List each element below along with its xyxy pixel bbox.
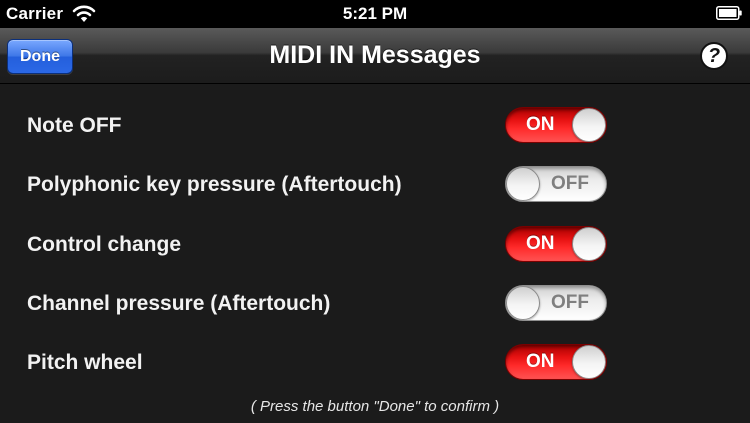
help-button[interactable]: ? <box>700 42 728 70</box>
question-mark-icon: ? <box>707 44 721 67</box>
toggle-state-text: OFF <box>551 173 589 195</box>
setting-row-polyphonic-key-pressure: Polyphonic key pressure (Aftertouch) OFF <box>0 155 750 214</box>
navigation-bar: Done MIDI IN Messages ? <box>0 28 750 84</box>
toggle-knob <box>572 108 606 142</box>
status-time: 5:21 PM <box>342 4 408 23</box>
status-bar: Carrier 5:21 PM <box>0 0 750 28</box>
confirm-instruction: ( Press the button "Done" to confirm ) <box>250 398 500 415</box>
toggle-state-text: OFF <box>551 291 589 313</box>
toggle-state-text: ON <box>526 232 555 254</box>
pitch-wheel-toggle[interactable]: ON <box>505 344 607 381</box>
note-off-toggle[interactable]: ON <box>505 107 607 143</box>
toggle-knob <box>506 285 540 320</box>
battery-icon <box>716 6 742 20</box>
setting-label: Note OFF <box>27 114 122 137</box>
setting-row-control-change: Control change ON <box>0 215 750 274</box>
setting-row-note-off: Note OFF ON <box>0 96 750 155</box>
setting-label: Channel pressure (Aftertouch) <box>27 291 331 315</box>
setting-label: Polyphonic key pressure (Aftertouch) <box>27 173 402 197</box>
setting-row-channel-pressure: Channel pressure (Aftertouch) OFF <box>0 274 750 333</box>
setting-label: Pitch wheel <box>27 351 143 375</box>
toggle-knob <box>572 226 606 261</box>
setting-row-pitch-wheel: Pitch wheel ON <box>0 333 750 392</box>
page-title: MIDI IN Messages <box>269 41 481 69</box>
setting-label: Control change <box>27 232 182 256</box>
control-change-toggle[interactable]: ON <box>505 225 607 262</box>
polyphonic-key-pressure-toggle[interactable]: OFF <box>505 166 607 203</box>
toggle-knob <box>506 167 540 202</box>
midi-message-list: Note OFF ON Polyphonic key pressure (Aft… <box>0 96 750 392</box>
channel-pressure-toggle[interactable]: OFF <box>505 284 607 321</box>
toggle-state-text: ON <box>526 114 555 135</box>
toggle-state-text: ON <box>526 351 555 373</box>
toggle-knob <box>572 345 606 380</box>
